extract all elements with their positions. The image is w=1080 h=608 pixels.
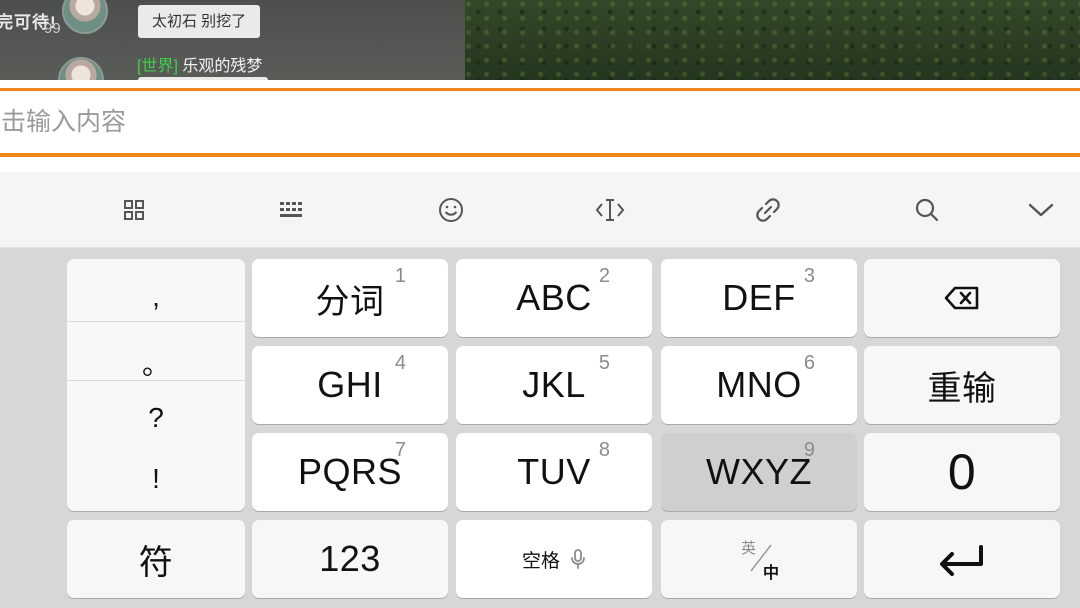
punct-comma-key[interactable]: , [67, 281, 245, 313]
key-6[interactable]: MNO 6 [661, 346, 857, 424]
microphone-icon [571, 549, 585, 569]
keyboard-toolbar [0, 172, 1080, 248]
lang-chinese-label: 中 [763, 565, 780, 582]
emoji-icon[interactable] [431, 190, 471, 230]
key-7[interactable]: PQRS 7 [252, 433, 448, 511]
keyboard-icon[interactable] [272, 190, 312, 230]
language-switch-glyph: 英 中 [735, 537, 783, 582]
key-number: 4 [394, 352, 406, 374]
numbers-key[interactable]: 123 [252, 520, 448, 598]
key-3[interactable]: DEF 3 [661, 259, 857, 337]
chat-sender-name: 乐观的残梦 [182, 58, 263, 75]
key-number: 9 [803, 439, 815, 461]
chat-message-line: [世界] 乐观的残梦 [137, 52, 262, 76]
key-label: 空格 [521, 550, 560, 572]
input-top-border [0, 80, 1080, 91]
player-avatar[interactable] [62, 0, 108, 34]
input-bar [0, 91, 1080, 153]
key-9[interactable]: WXYZ 9 [661, 433, 857, 511]
key-number: 5 [598, 352, 610, 374]
search-icon[interactable] [907, 190, 947, 230]
key-number: 7 [394, 439, 406, 461]
key-label: 分词 [315, 282, 385, 321]
chat-panel: 完可待! 99 太初石 别挖了 [世界] 乐观的残梦 [0, 0, 465, 80]
game-view: 完可待! 99 太初石 别挖了 [世界] 乐观的残梦 [0, 0, 1080, 80]
key-label: DEF [722, 277, 796, 318]
key-number: 8 [598, 439, 610, 461]
symbols-key[interactable]: 符 [67, 520, 245, 598]
reinput-key[interactable]: 重输 [864, 346, 1060, 424]
language-switch-key[interactable]: 英 中 [661, 520, 857, 598]
divider [67, 380, 245, 381]
divider [67, 321, 245, 322]
key-number: 1 [394, 265, 406, 287]
key-label: ABC [516, 277, 592, 318]
backspace-icon [944, 286, 979, 310]
key-number: 6 [803, 352, 815, 374]
enter-icon [940, 545, 983, 576]
key-label: WXYZ [706, 451, 812, 492]
apps-grid-icon[interactable] [114, 190, 154, 230]
key-8[interactable]: TUV 8 [456, 433, 652, 511]
key-number: 2 [598, 265, 610, 287]
space-key[interactable]: 空格 [456, 520, 652, 598]
enter-key[interactable] [864, 520, 1060, 598]
punct-question-key[interactable]: ? [67, 402, 245, 434]
t9-keyboard: , 。 ? ! 分词 1 ABC 2 DEF 3 GHI 4 JKL 5 MNO… [0, 248, 1080, 608]
link-icon[interactable] [748, 190, 788, 230]
key-label: 123 [319, 538, 381, 579]
key-number: 3 [803, 265, 815, 287]
chat-input[interactable] [0, 91, 1080, 153]
game-scene-grass [465, 0, 1080, 80]
punctuation-panel: , 。 ? ! [67, 259, 245, 511]
key-label: JKL [522, 364, 586, 405]
punct-exclaim-key[interactable]: ! [67, 463, 245, 495]
input-spacer [0, 157, 1080, 172]
key-label: TUV [517, 451, 591, 492]
chat-message-bubble: 太初石 别挖了 [138, 5, 261, 38]
backspace-key[interactable] [864, 259, 1060, 337]
key-1[interactable]: 分词 1 [252, 259, 448, 337]
key-4[interactable]: GHI 4 [252, 346, 448, 424]
key-label: 0 [947, 444, 977, 500]
key-label: PQRS [297, 451, 403, 492]
chevron-down-icon[interactable] [1021, 190, 1061, 230]
world-channel-tag: [世界] [137, 58, 178, 75]
key-label: GHI [317, 364, 383, 405]
key-5[interactable]: JKL 5 [456, 346, 652, 424]
punct-period-key[interactable]: 。 [67, 343, 245, 383]
key-label: 符 [138, 543, 174, 582]
player-avatar[interactable] [58, 57, 104, 80]
key-label: 重输 [927, 369, 997, 408]
level-badge: 99 [44, 20, 61, 37]
key-2[interactable]: ABC 2 [456, 259, 652, 337]
key-label: MNO [716, 364, 802, 405]
key-0[interactable]: 0 [864, 433, 1060, 511]
cursor-icon[interactable] [590, 190, 630, 230]
